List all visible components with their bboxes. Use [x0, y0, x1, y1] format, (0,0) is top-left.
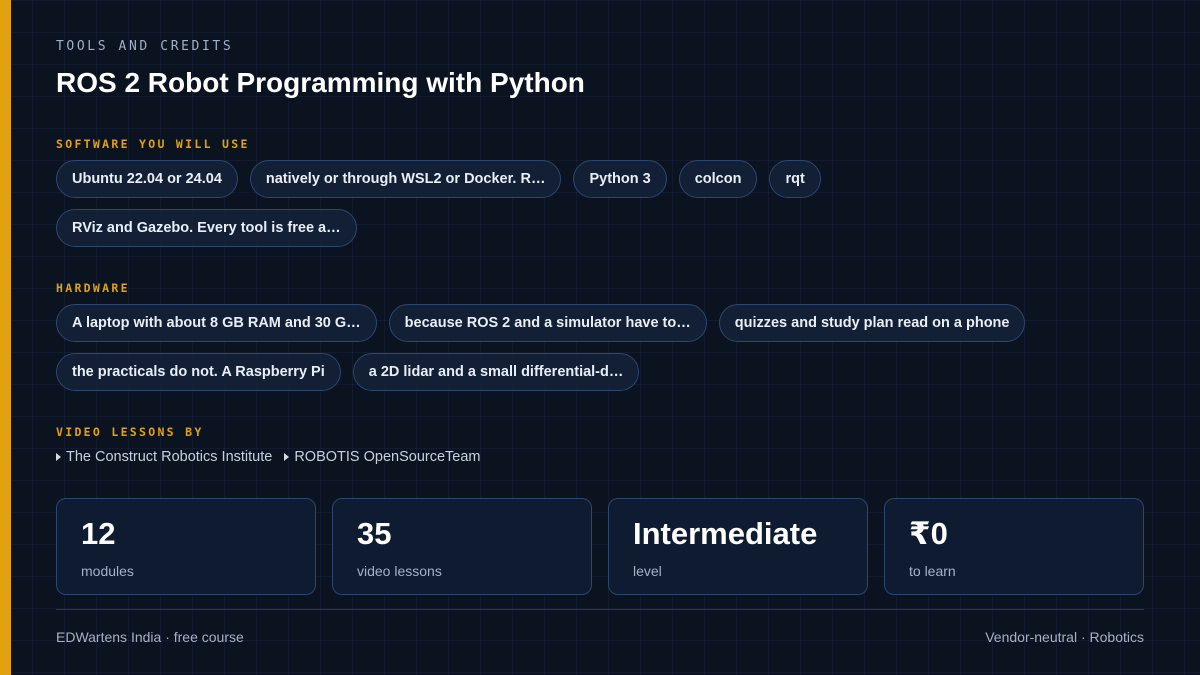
hardware-chip: quizzes and study plan read on a phone [718, 304, 1026, 342]
stat-card-video-lessons: 35 video lessons [332, 498, 592, 595]
software-chip: rqt [769, 160, 821, 198]
stat-label: modules [81, 563, 134, 579]
hardware-chip: a 2D lidar and a small differential-d… [352, 353, 640, 391]
accent-bar [0, 0, 11, 675]
hardware-chip-row-1: A laptop with about 8 GB RAM and 30 G… b… [56, 304, 1026, 342]
stat-value: ₹0 [909, 516, 948, 551]
hardware-chip-row-2: the practicals do not. A Raspberry Pi a … [56, 353, 640, 391]
stat-card-modules: 12 modules [56, 498, 316, 595]
footer-brand: EDWartens India · free course [56, 629, 244, 645]
stat-label: video lessons [357, 563, 442, 579]
eyebrow-label: TOOLS AND CREDITS [56, 39, 234, 54]
stat-value: Intermediate [633, 516, 818, 551]
page-title: ROS 2 Robot Programming with Python [56, 67, 585, 98]
software-chip: natively or through WSL2 or Docker. R… [249, 160, 562, 198]
footer-divider [56, 609, 1144, 610]
lesson-creator-name: ROBOTIS OpenSourceTeam [294, 449, 481, 465]
stat-label: to learn [909, 563, 956, 579]
hardware-chip: the practicals do not. A Raspberry Pi [56, 353, 341, 391]
triangle-bullet-icon [284, 453, 290, 461]
stat-label: level [633, 563, 662, 579]
hardware-chip: A laptop with about 8 GB RAM and 30 G… [56, 304, 377, 342]
stat-card-price: ₹0 to learn [884, 498, 1144, 595]
software-section-label: SOFTWARE YOU WILL USE [56, 137, 250, 151]
software-chip: RViz and Gazebo. Every tool is free a… [56, 209, 357, 247]
software-chip-row-1: Ubuntu 22.04 or 24.04 natively or throug… [56, 160, 821, 198]
software-chip: colcon [678, 160, 758, 198]
video-lessons-list: The Construct Robotics Institute ROBOTIS… [56, 449, 481, 465]
software-chip: Python 3 [573, 160, 667, 198]
hardware-section-label: HARDWARE [56, 281, 130, 295]
lesson-creator: The Construct Robotics Institute [56, 449, 272, 465]
stat-card-level: Intermediate level [608, 498, 868, 595]
stat-value: 12 [81, 516, 116, 551]
lesson-creator-name: The Construct Robotics Institute [66, 449, 273, 465]
software-chip-row-2: RViz and Gazebo. Every tool is free a… [56, 209, 357, 247]
lesson-creator: ROBOTIS OpenSourceTeam [284, 449, 481, 465]
triangle-bullet-icon [56, 453, 61, 461]
footer-tags: Vendor-neutral · Robotics [985, 629, 1144, 645]
video-lessons-section-label: VIDEO LESSONS BY [56, 425, 204, 439]
stat-value: 35 [357, 516, 392, 551]
software-chip: Ubuntu 22.04 or 24.04 [56, 160, 238, 198]
stats-row: 12 modules 35 video lessons Intermediate… [56, 498, 1144, 595]
hardware-chip: because ROS 2 and a simulator have to… [388, 304, 707, 342]
